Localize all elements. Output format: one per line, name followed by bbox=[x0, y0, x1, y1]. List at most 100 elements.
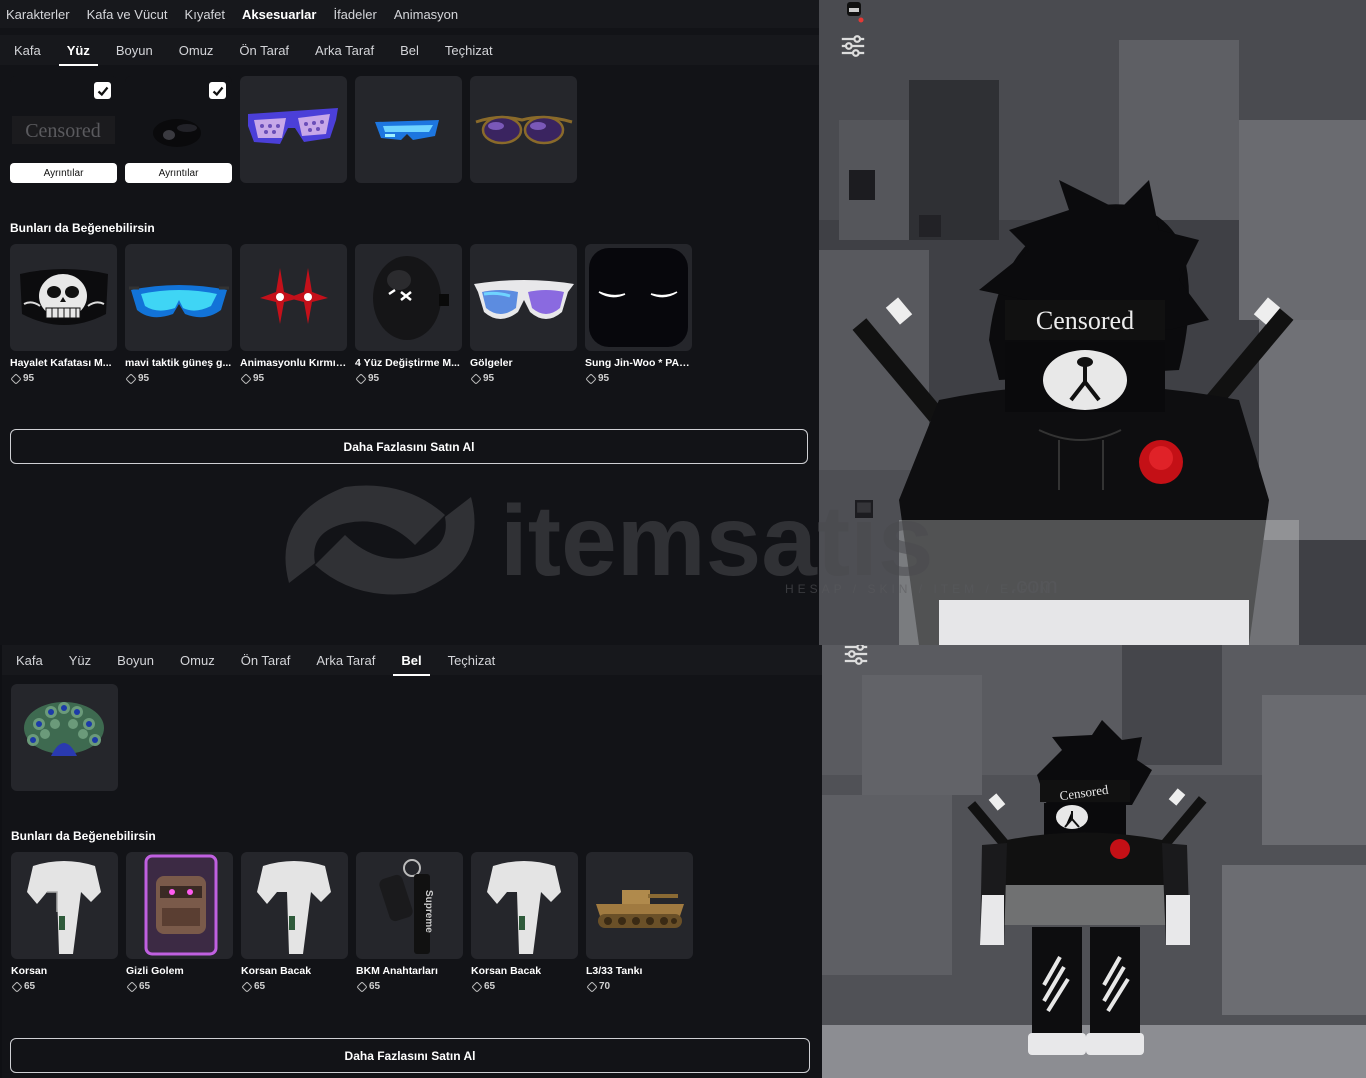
robux-icon bbox=[241, 980, 253, 993]
tab-techizat[interactable]: Teçhizat bbox=[445, 37, 493, 64]
rec-item-korsan-bacak-2[interactable] bbox=[471, 852, 578, 959]
nav-kafa-ve-vucut[interactable]: Kafa ve Vücut bbox=[87, 7, 168, 22]
pirate-legs-thumbnail bbox=[27, 861, 101, 954]
tab-bel[interactable]: Bel bbox=[400, 37, 419, 64]
avatar-preview-bottom[interactable]: Censored bbox=[822, 645, 1366, 1078]
rec-item-korsan-bacak[interactable] bbox=[241, 852, 348, 959]
owned-item-peacock-tail[interactable] bbox=[11, 684, 118, 791]
recommendations-title: Bunları da Beğenebilirsin bbox=[10, 221, 155, 235]
tank-thumbnail bbox=[596, 890, 684, 928]
rec-item-name: mavi taktik güneş g... bbox=[125, 357, 232, 369]
rec-item-price: 95 bbox=[585, 372, 609, 385]
rec-item-price: 65 bbox=[356, 980, 380, 993]
censored-thumb-text: Censored bbox=[25, 120, 101, 142]
robux-icon bbox=[125, 372, 137, 385]
avatar-3d-render: Censored bbox=[822, 645, 1366, 1078]
rec-item-bkm-keys[interactable]: Supreme bbox=[356, 852, 463, 959]
tab-omuz[interactable]: Omuz bbox=[180, 647, 215, 674]
rec-item-name: Korsan Bacak bbox=[471, 965, 542, 977]
settings-button[interactable] bbox=[839, 32, 867, 60]
robux-icon bbox=[126, 980, 138, 993]
owned-item-cyber-visor[interactable] bbox=[355, 76, 462, 183]
worn-checkbox-1[interactable] bbox=[94, 82, 111, 99]
tab-on-taraf[interactable]: Ön Taraf bbox=[241, 647, 291, 674]
accessory-subtabs: Kafa Yüz Boyun Omuz Ön Taraf Arka Taraf … bbox=[0, 35, 820, 66]
rec-item-name: 4 Yüz Değiştirme M... bbox=[355, 357, 460, 369]
rec-item-name: Gizli Golem bbox=[126, 965, 184, 977]
skull-mask-thumbnail bbox=[20, 269, 108, 325]
rec-item-name: L3/33 Tankı bbox=[586, 965, 643, 977]
robux-icon bbox=[10, 372, 22, 385]
tab-techizat[interactable]: Teçhizat bbox=[448, 647, 496, 674]
rec-item-korsan[interactable] bbox=[11, 852, 118, 959]
rec-item-name: Korsan Bacak bbox=[241, 965, 312, 977]
rec-item-price: 65 bbox=[241, 980, 265, 993]
rec-item-animated-red-eyes[interactable] bbox=[240, 244, 347, 351]
tab-on-taraf[interactable]: Ön Taraf bbox=[239, 37, 289, 64]
rec-item-sung-jin-woo[interactable] bbox=[585, 244, 692, 351]
rec-item-name: Korsan bbox=[11, 965, 48, 977]
sliders-icon bbox=[841, 35, 865, 57]
rec-item-price: 95 bbox=[10, 372, 34, 385]
rec-item-name: BKM Anahtarları bbox=[356, 965, 438, 977]
nav-ifadeler[interactable]: İfadeler bbox=[333, 7, 376, 22]
rec-item-price: 95 bbox=[125, 372, 149, 385]
robux-icon bbox=[355, 372, 367, 385]
nav-karakterler[interactable]: Karakterler bbox=[6, 7, 70, 22]
avatar-preview-top[interactable]: Censored bbox=[819, 0, 1366, 645]
avatar-head-icon bbox=[847, 2, 864, 23]
shadow-head-thumbnail bbox=[589, 248, 688, 347]
worn-checkbox-2[interactable] bbox=[209, 82, 226, 99]
nav-aksesuarlar[interactable]: Aksesuarlar bbox=[242, 7, 316, 22]
tab-omuz[interactable]: Omuz bbox=[179, 37, 214, 64]
tab-bel[interactable]: Bel bbox=[393, 647, 430, 676]
robux-icon bbox=[470, 372, 482, 385]
owned-item-aviator-shades[interactable] bbox=[470, 76, 577, 183]
rec-item-four-face-mask[interactable] bbox=[355, 244, 462, 351]
buy-more-button[interactable]: Daha Fazlasını Satın Al bbox=[10, 429, 808, 464]
rec-item-price: 95 bbox=[355, 372, 379, 385]
shutter-glasses-thumbnail bbox=[248, 108, 338, 144]
owned-item-shutter-glasses[interactable] bbox=[240, 76, 347, 183]
rec-item-name: Animasyonlu Kırmız... bbox=[240, 357, 348, 369]
rec-item-price: 95 bbox=[470, 372, 494, 385]
tab-arka-taraf[interactable]: Arka Taraf bbox=[315, 37, 374, 64]
settings-button[interactable] bbox=[842, 645, 870, 668]
top-avatar-editor-panel: Karakterler Kafa ve Vücut Kıyafet Aksesu… bbox=[0, 0, 820, 645]
rec-item-gizli-golem[interactable] bbox=[126, 852, 233, 959]
rec-item-name: Hayalet Kafatası M... bbox=[10, 357, 112, 369]
shades-thumbnail bbox=[474, 280, 574, 319]
brand-text: Supreme bbox=[423, 890, 434, 933]
robux-icon bbox=[11, 980, 23, 993]
rec-item-shades[interactable] bbox=[470, 244, 577, 351]
tab-kafa[interactable]: Kafa bbox=[16, 647, 43, 674]
tab-yuz[interactable]: Yüz bbox=[69, 647, 91, 674]
tab-yuz[interactable]: Yüz bbox=[58, 37, 99, 66]
tab-arka-taraf[interactable]: Arka Taraf bbox=[316, 647, 375, 674]
rec-item-name: Sung Jin-Woo * PAR... bbox=[585, 357, 693, 369]
peacock-tail-thumbnail bbox=[24, 702, 104, 756]
rec-item-price: 95 bbox=[240, 372, 264, 385]
rec-item-name: Gölgeler bbox=[470, 357, 513, 369]
buy-more-button[interactable]: Daha Fazlasını Satın Al bbox=[10, 1038, 810, 1073]
mask-censored-text: Censored bbox=[1036, 306, 1134, 335]
nav-kiyafet[interactable]: Kıyafet bbox=[185, 7, 225, 22]
tab-boyun[interactable]: Boyun bbox=[117, 647, 154, 674]
tab-boyun[interactable]: Boyun bbox=[116, 37, 153, 64]
rec-item-price: 65 bbox=[11, 980, 35, 993]
details-button-2[interactable]: Ayrıntılar bbox=[125, 163, 232, 183]
rec-item-blue-tactical-glasses[interactable] bbox=[125, 244, 232, 351]
rec-item-l3-33-tank[interactable] bbox=[586, 852, 693, 959]
pirate-legs-thumbnail bbox=[487, 861, 561, 954]
robux-icon bbox=[471, 980, 483, 993]
rec-item-ghost-skull-mask[interactable] bbox=[10, 244, 117, 351]
robux-icon bbox=[586, 980, 598, 993]
aviator-shades-thumbnail bbox=[475, 115, 573, 145]
robux-icon bbox=[585, 372, 597, 385]
bottom-avatar-editor-panel: Kafa Yüz Boyun Omuz Ön Taraf Arka Taraf … bbox=[2, 645, 822, 1078]
nav-animasyon[interactable]: Animasyon bbox=[394, 7, 458, 22]
details-button-1[interactable]: Ayrıntılar bbox=[10, 163, 117, 183]
rec-item-price: 70 bbox=[586, 980, 610, 993]
tab-kafa[interactable]: Kafa bbox=[14, 37, 41, 64]
avatar-thumbnail-icon[interactable] bbox=[839, 0, 867, 24]
